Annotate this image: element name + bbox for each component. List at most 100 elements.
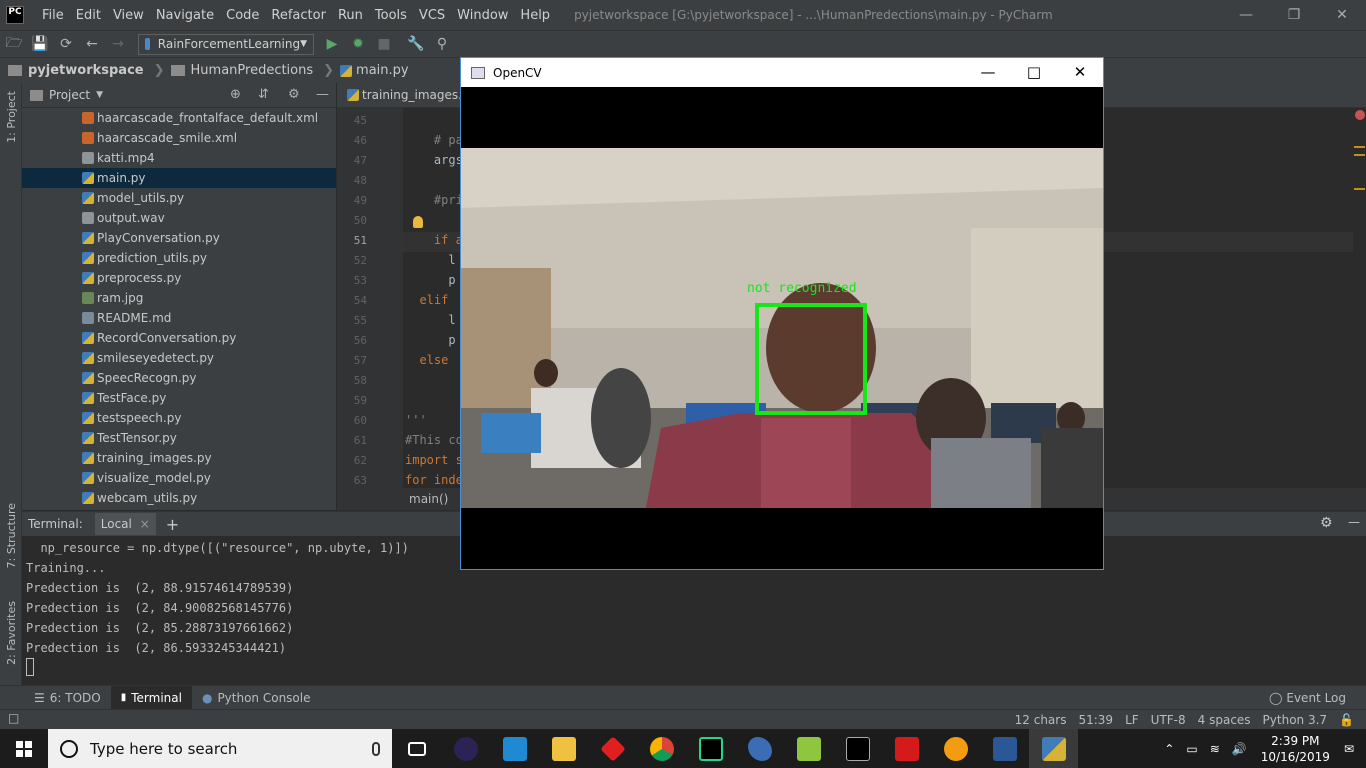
- microphone-icon[interactable]: [372, 741, 380, 756]
- terminal-scrollbar[interactable]: [1358, 536, 1366, 685]
- file-tree-item[interactable]: ram.jpg: [22, 288, 336, 308]
- volume-icon[interactable]: 🔊: [1232, 742, 1247, 756]
- file-tree-item[interactable]: output.wav: [22, 208, 336, 228]
- warning-marker[interactable]: [1354, 188, 1365, 190]
- menu-edit[interactable]: Edit: [70, 8, 107, 23]
- file-tree-item[interactable]: katti.mp4: [22, 148, 336, 168]
- forward-arrow-icon[interactable]: →: [106, 34, 130, 54]
- word-icon[interactable]: [980, 729, 1029, 768]
- back-arrow-icon[interactable]: ←: [80, 34, 104, 54]
- file-tree-item[interactable]: visualize_model.py: [22, 468, 336, 488]
- gear-icon[interactable]: ⚙: [288, 87, 300, 102]
- project-tool-tab[interactable]: 1: Project: [5, 91, 18, 143]
- file-tree-item[interactable]: main.py: [22, 168, 336, 188]
- tab-todo[interactable]: ☰ 6: TODO: [24, 686, 111, 710]
- chrome-icon[interactable]: [637, 729, 686, 768]
- run-config-select[interactable]: RainForcementLearning ▼: [138, 33, 314, 55]
- file-tree-item[interactable]: model_utils.py: [22, 188, 336, 208]
- menu-run[interactable]: Run: [332, 8, 369, 23]
- crosshair-icon[interactable]: ⊕: [230, 87, 241, 102]
- acrobat-icon[interactable]: [882, 729, 931, 768]
- lightbulb-icon[interactable]: [413, 216, 423, 228]
- wrench-icon[interactable]: 🔧: [404, 34, 428, 54]
- file-tree-item[interactable]: preprocess.py: [22, 268, 336, 288]
- file-tree-item[interactable]: haarcascade_smile.xml: [22, 128, 336, 148]
- add-terminal-icon[interactable]: +: [166, 515, 179, 534]
- eclipse-icon[interactable]: [441, 729, 490, 768]
- menu-refactor[interactable]: Refactor: [265, 8, 332, 23]
- tab-training-images[interactable]: training_images.py: [337, 88, 477, 102]
- python-taskbar-icon[interactable]: [1029, 729, 1078, 768]
- hide-panel-icon[interactable]: —: [1348, 515, 1360, 529]
- opencv-titlebar[interactable]: OpenCV — □ ✕: [461, 58, 1103, 87]
- file-tree-item[interactable]: TestFace.py: [22, 388, 336, 408]
- gear-icon[interactable]: ⚙: [1320, 515, 1333, 531]
- structure-tool-tab[interactable]: 7: Structure: [5, 503, 18, 568]
- chevron-down-icon[interactable]: ▼: [96, 90, 103, 100]
- breadcrumb-folder[interactable]: HumanPredections: [191, 63, 314, 78]
- app-orange-icon[interactable]: [931, 729, 980, 768]
- stop-icon[interactable]: ■: [372, 34, 396, 54]
- caret-position[interactable]: 51:39: [1078, 713, 1113, 727]
- network-icon[interactable]: ▭: [1186, 742, 1197, 756]
- menu-file[interactable]: File: [36, 8, 70, 23]
- file-tree-item[interactable]: prediction_utils.py: [22, 248, 336, 268]
- open-folder-icon[interactable]: 🗁: [2, 34, 26, 54]
- menu-view[interactable]: View: [107, 8, 150, 23]
- minimize-icon[interactable]: —: [965, 58, 1011, 87]
- clock[interactable]: 2:39 PM 10/16/2019: [1261, 733, 1330, 765]
- collapse-icon[interactable]: ⇵: [258, 87, 269, 102]
- cmd-icon[interactable]: [833, 729, 882, 768]
- restore-icon[interactable]: ❐: [1270, 0, 1318, 30]
- sync-icon[interactable]: ⟳: [54, 34, 78, 54]
- maximize-icon[interactable]: □: [1011, 58, 1057, 87]
- task-view-icon[interactable]: [392, 729, 441, 768]
- hide-panel-icon[interactable]: —: [316, 87, 329, 102]
- file-explorer-icon[interactable]: [539, 729, 588, 768]
- chevron-up-icon[interactable]: ⌃: [1164, 742, 1174, 756]
- breadcrumb-file[interactable]: main.py: [356, 63, 409, 78]
- menu-code[interactable]: Code: [220, 8, 265, 23]
- warning-marker[interactable]: [1354, 154, 1365, 156]
- breadcrumb-root[interactable]: pyjetworkspace: [28, 63, 144, 78]
- panel-toggle-icon[interactable]: □: [8, 711, 19, 725]
- file-tree-item[interactable]: PlayConversation.py: [22, 228, 336, 248]
- pycharm-taskbar-icon[interactable]: [686, 729, 735, 768]
- file-encoding[interactable]: UTF-8: [1151, 713, 1186, 727]
- project-title[interactable]: Project: [49, 88, 90, 102]
- minimize-icon[interactable]: —: [1222, 0, 1270, 30]
- tab-event-log[interactable]: ◯ Event Log: [1259, 686, 1356, 710]
- file-tree-item[interactable]: SpeecRecogn.py: [22, 368, 336, 388]
- file-tree-item[interactable]: testspeech.py: [22, 408, 336, 428]
- wifi-icon[interactable]: ≋: [1210, 742, 1220, 756]
- favorites-tool-tab[interactable]: 2: Favorites: [5, 601, 18, 665]
- tab-terminal[interactable]: ▮ Terminal: [110, 685, 192, 710]
- start-button[interactable]: [0, 729, 48, 768]
- file-tree-item[interactable]: haarcascade_frontalface_default.xml: [22, 108, 336, 128]
- file-tree-item[interactable]: RecordConversation.py: [22, 328, 336, 348]
- file-tree-item[interactable]: training_images.py: [22, 448, 336, 468]
- search-icon[interactable]: ⚲: [430, 34, 454, 54]
- notepad-icon[interactable]: [784, 729, 833, 768]
- error-icon[interactable]: [1355, 110, 1365, 120]
- app-red-icon[interactable]: [588, 729, 637, 768]
- app-bird-icon[interactable]: [735, 729, 784, 768]
- close-icon[interactable]: ×: [140, 517, 150, 531]
- taskbar-search[interactable]: Type here to search: [48, 729, 392, 768]
- line-separator[interactable]: LF: [1125, 713, 1139, 727]
- tab-local[interactable]: Local ×: [94, 513, 156, 535]
- file-tree-item[interactable]: webcam_utils.py: [22, 488, 336, 508]
- menu-tools[interactable]: Tools: [369, 8, 413, 23]
- file-tree-item[interactable]: smileseyedetect.py: [22, 348, 336, 368]
- menu-window[interactable]: Window: [451, 8, 514, 23]
- warning-marker[interactable]: [1354, 146, 1365, 148]
- function-breadcrumb[interactable]: main(): [409, 492, 448, 506]
- menu-vcs[interactable]: VCS: [413, 8, 451, 23]
- interpreter[interactable]: Python 3.7: [1263, 713, 1328, 727]
- file-tree-item[interactable]: README.md: [22, 308, 336, 328]
- run-icon[interactable]: ▶: [320, 34, 344, 54]
- lock-icon[interactable]: 🔓: [1339, 713, 1354, 727]
- indent-setting[interactable]: 4 spaces: [1198, 713, 1251, 727]
- close-icon[interactable]: ✕: [1057, 58, 1103, 87]
- menu-help[interactable]: Help: [514, 8, 556, 23]
